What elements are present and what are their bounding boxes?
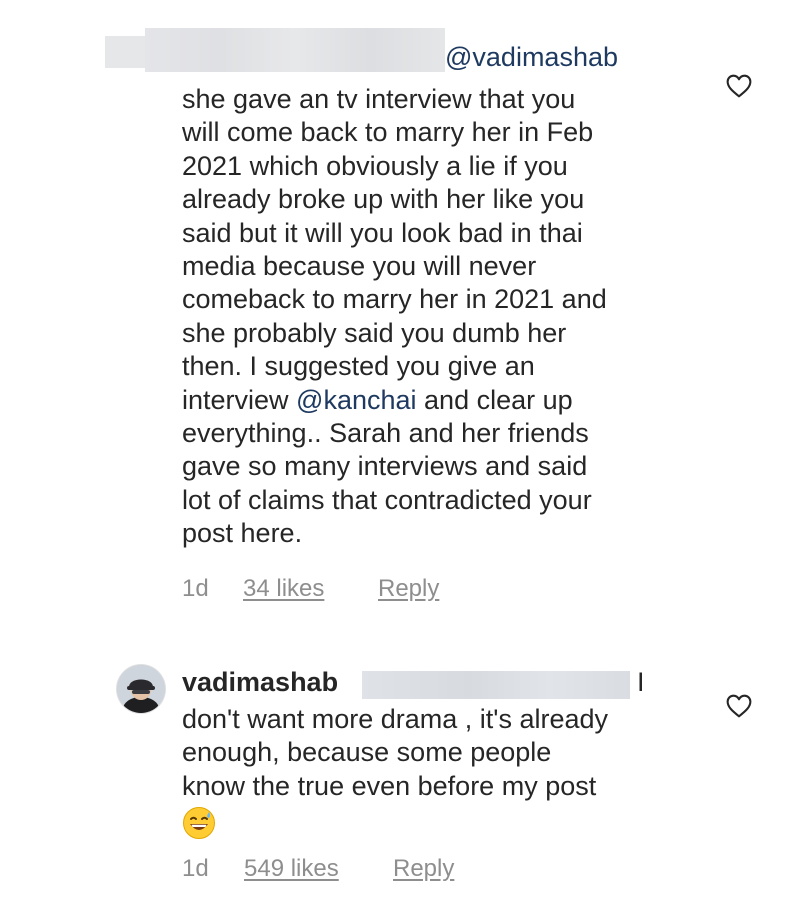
comment-line-text: I: [637, 667, 645, 697]
comment: @vadimashab she gave an tv interview tha…: [0, 0, 800, 620]
timestamp: 1d: [182, 575, 209, 602]
comment-line: already broke up with her like you: [182, 184, 585, 215]
mention-link[interactable]: @vadimashab: [445, 42, 618, 73]
grinning-sweat-emoji-icon: [183, 807, 215, 839]
comment-line: then. I suggested you give an: [182, 351, 535, 382]
comment-line: 2021 which obviously a lie if you: [182, 150, 568, 181]
comment-line: said but it will you look bad in thai: [182, 217, 583, 248]
comment-text: she gave an tv interview that you will c…: [182, 83, 682, 551]
comment-line: will come back to marry her in Feb: [182, 117, 594, 148]
comment-line: lot of claims that contradicted your: [182, 484, 592, 515]
mention-link[interactable]: @kanchai: [296, 385, 416, 415]
comment-username[interactable]: vadimashab: [182, 667, 338, 698]
timestamp: 1d: [182, 855, 209, 882]
comment-line: don't want more drama , it's already: [182, 704, 609, 734]
avatar-image: [117, 665, 165, 713]
comment-line: post here.: [182, 518, 303, 549]
redacted-mention: [362, 671, 630, 699]
comment-line: enough, because some people: [182, 737, 552, 768]
redacted-username: [145, 28, 445, 72]
likes-count-link[interactable]: 34 likes: [243, 575, 324, 603]
reply-button[interactable]: Reply: [378, 575, 439, 603]
heart-outline-icon[interactable]: [726, 694, 752, 718]
comment-line: interview @kanchai and clear up: [182, 384, 682, 417]
comment-line: everything.. Sarah and her friends: [182, 418, 589, 449]
likes-count-link[interactable]: 549 likes: [244, 855, 339, 883]
reply-button[interactable]: Reply: [393, 855, 454, 883]
comment-text: don't want more drama , it's already eno…: [182, 703, 682, 803]
comment-line: she probably said you dumb her: [182, 317, 567, 348]
comment-line: comeback to marry her in 2021 and: [182, 284, 607, 315]
comment-line: gave so many interviews and said: [182, 451, 588, 482]
comment-line: media because you will never: [182, 251, 537, 282]
comment-line: she gave an tv interview that you: [182, 84, 576, 114]
comment-line: know the true even before my post: [182, 770, 597, 801]
comment-line-text: interview: [182, 384, 297, 415]
comment-line-text: and clear up: [416, 384, 573, 415]
avatar[interactable]: [117, 665, 165, 713]
redacted-avatar: [105, 36, 145, 68]
heart-outline-icon[interactable]: [726, 74, 752, 98]
